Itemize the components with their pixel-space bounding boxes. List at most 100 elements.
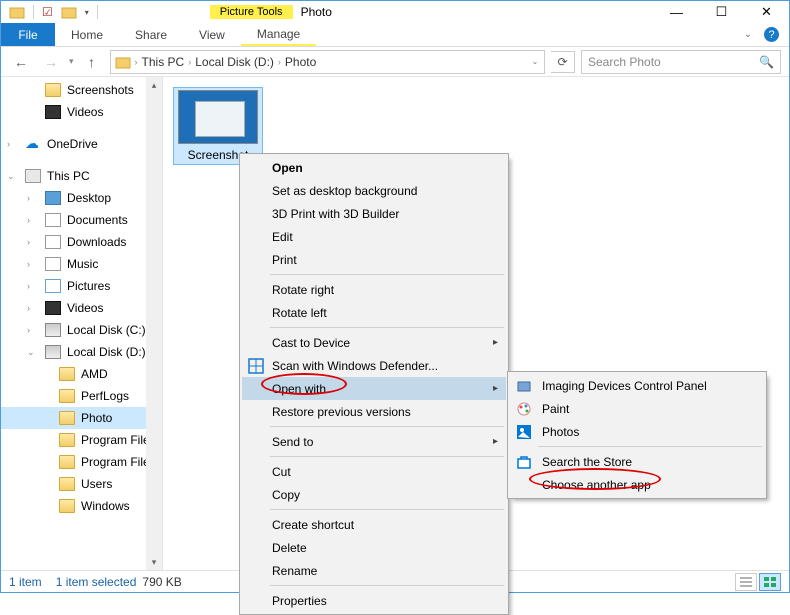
scrollbar[interactable]: ▴ ▾: [146, 77, 162, 570]
new-folder-icon[interactable]: [61, 5, 77, 19]
expand-icon[interactable]: ›: [27, 215, 30, 225]
videos-icon: [45, 105, 61, 119]
nav-item-desktop[interactable]: ›Desktop: [1, 187, 162, 209]
nav-item-screenshots[interactable]: Screenshots: [1, 79, 162, 101]
nav-item-windows[interactable]: Windows: [1, 495, 162, 517]
folder-icon: [59, 455, 75, 469]
qat-dropdown-icon[interactable]: ▾: [85, 8, 89, 17]
view-thumbnails-button[interactable]: [759, 573, 781, 591]
menu-item-send-to[interactable]: Send to▸: [242, 430, 506, 453]
nav-item-disk-c[interactable]: ›Local Disk (C:): [1, 319, 162, 341]
submenu-item-photos[interactable]: Photos: [510, 420, 764, 443]
menu-item-rotate-right[interactable]: Rotate right: [242, 278, 506, 301]
back-button[interactable]: ←: [9, 50, 33, 74]
search-input[interactable]: Search Photo 🔍: [581, 50, 781, 74]
expand-icon[interactable]: ›: [27, 303, 30, 313]
search-icon[interactable]: 🔍: [759, 55, 774, 69]
view-details-button[interactable]: [735, 573, 757, 591]
expand-icon[interactable]: ›: [27, 259, 30, 269]
expand-icon[interactable]: ›: [7, 139, 10, 149]
submenu-arrow-icon: ▸: [493, 436, 498, 447]
forward-button[interactable]: →: [39, 50, 63, 74]
nav-item-perflogs[interactable]: PerfLogs: [1, 385, 162, 407]
chevron-right-icon[interactable]: ›: [135, 57, 138, 67]
nav-item-music[interactable]: ›Music: [1, 253, 162, 275]
menu-item-cut[interactable]: Cut: [242, 460, 506, 483]
collapse-icon[interactable]: ⌄: [27, 347, 35, 358]
submenu-item-store[interactable]: Search the Store: [510, 450, 764, 473]
folder-icon: [45, 83, 61, 97]
breadcrumb[interactable]: Photo: [285, 55, 316, 69]
nav-item-onedrive[interactable]: ›☁OneDrive: [1, 133, 162, 155]
downloads-icon: [45, 235, 61, 249]
history-dropdown-icon[interactable]: ▾: [69, 56, 74, 67]
folder-icon: [59, 389, 75, 403]
address-bar[interactable]: › This PC › Local Disk (D:) › Photo ⌄: [110, 50, 545, 74]
breadcrumb[interactable]: This PC: [142, 55, 185, 69]
expand-icon[interactable]: ›: [27, 281, 30, 291]
tab-home[interactable]: Home: [55, 23, 119, 46]
nav-item-program-files[interactable]: Program Files: [1, 429, 162, 451]
folder-icon: [59, 433, 75, 447]
help-button[interactable]: ?: [764, 27, 779, 42]
nav-item-photo[interactable]: Photo: [1, 407, 162, 429]
menu-item-shortcut[interactable]: Create shortcut: [242, 513, 506, 536]
menu-item-open-with[interactable]: Open with▸: [242, 377, 506, 400]
breadcrumb[interactable]: Local Disk (D:): [195, 55, 274, 69]
maximize-button[interactable]: ☐: [699, 1, 744, 23]
disk-icon: [45, 323, 61, 337]
tab-view[interactable]: View: [183, 23, 241, 46]
menu-item-3d-print[interactable]: 3D Print with 3D Builder: [242, 202, 506, 225]
chevron-right-icon[interactable]: ›: [188, 57, 191, 67]
collapse-icon[interactable]: ⌄: [7, 171, 15, 182]
menu-item-copy[interactable]: Copy: [242, 483, 506, 506]
nav-item-program-files-x86[interactable]: Program Files (: [1, 451, 162, 473]
menu-item-set-background[interactable]: Set as desktop background: [242, 179, 506, 202]
nav-item-pictures[interactable]: ›Pictures: [1, 275, 162, 297]
window-title: Photo: [301, 5, 332, 19]
nav-item-disk-d[interactable]: ⌄Local Disk (D:): [1, 341, 162, 363]
menu-item-delete[interactable]: Delete: [242, 536, 506, 559]
nav-item-downloads[interactable]: ›Downloads: [1, 231, 162, 253]
up-button[interactable]: ↑: [80, 50, 104, 74]
expand-icon[interactable]: ›: [27, 325, 30, 335]
menu-item-restore[interactable]: Restore previous versions: [242, 400, 506, 423]
menu-separator: [270, 426, 504, 427]
tab-share[interactable]: Share: [119, 23, 183, 46]
folder-icon: [59, 367, 75, 381]
tab-manage[interactable]: Manage: [241, 23, 316, 46]
tab-file[interactable]: File: [1, 23, 55, 46]
submenu-item-choose-app[interactable]: Choose another app: [510, 473, 764, 496]
menu-item-edit[interactable]: Edit: [242, 225, 506, 248]
menu-item-properties[interactable]: Properties: [242, 589, 506, 612]
ribbon-expand-icon[interactable]: ⌄: [744, 29, 752, 40]
submenu-arrow-icon: ▸: [493, 337, 498, 348]
expand-icon[interactable]: ›: [27, 193, 30, 203]
properties-icon[interactable]: ☑: [42, 5, 53, 19]
menu-item-defender[interactable]: Scan with Windows Defender...: [242, 354, 506, 377]
expand-icon[interactable]: ›: [27, 237, 30, 247]
menu-item-cast[interactable]: Cast to Device▸: [242, 331, 506, 354]
submenu-item-paint[interactable]: Paint: [510, 397, 764, 420]
menu-item-rename[interactable]: Rename: [242, 559, 506, 582]
documents-icon: [45, 213, 61, 227]
scroll-down-icon[interactable]: ▾: [146, 554, 162, 570]
scroll-up-icon[interactable]: ▴: [146, 77, 162, 93]
menu-item-rotate-left[interactable]: Rotate left: [242, 301, 506, 324]
chevron-right-icon[interactable]: ›: [278, 57, 281, 67]
separator-icon: [97, 5, 98, 19]
menu-item-print[interactable]: Print: [242, 248, 506, 271]
nav-item-videos[interactable]: ›Videos: [1, 297, 162, 319]
nav-item-documents[interactable]: ›Documents: [1, 209, 162, 231]
nav-item-amd[interactable]: AMD: [1, 363, 162, 385]
nav-item-videos[interactable]: Videos: [1, 101, 162, 123]
nav-item-users[interactable]: Users: [1, 473, 162, 495]
address-dropdown-icon[interactable]: ⌄: [526, 57, 544, 66]
ribbon-tabs: File Home Share View Manage ⌄ ?: [1, 23, 789, 47]
close-button[interactable]: ✕: [744, 1, 789, 23]
refresh-button[interactable]: ⟳: [551, 51, 575, 73]
menu-item-open[interactable]: Open: [242, 156, 506, 179]
minimize-button[interactable]: —: [654, 1, 699, 23]
submenu-item-imaging[interactable]: Imaging Devices Control Panel: [510, 374, 764, 397]
nav-item-this-pc[interactable]: ⌄This PC: [1, 165, 162, 187]
